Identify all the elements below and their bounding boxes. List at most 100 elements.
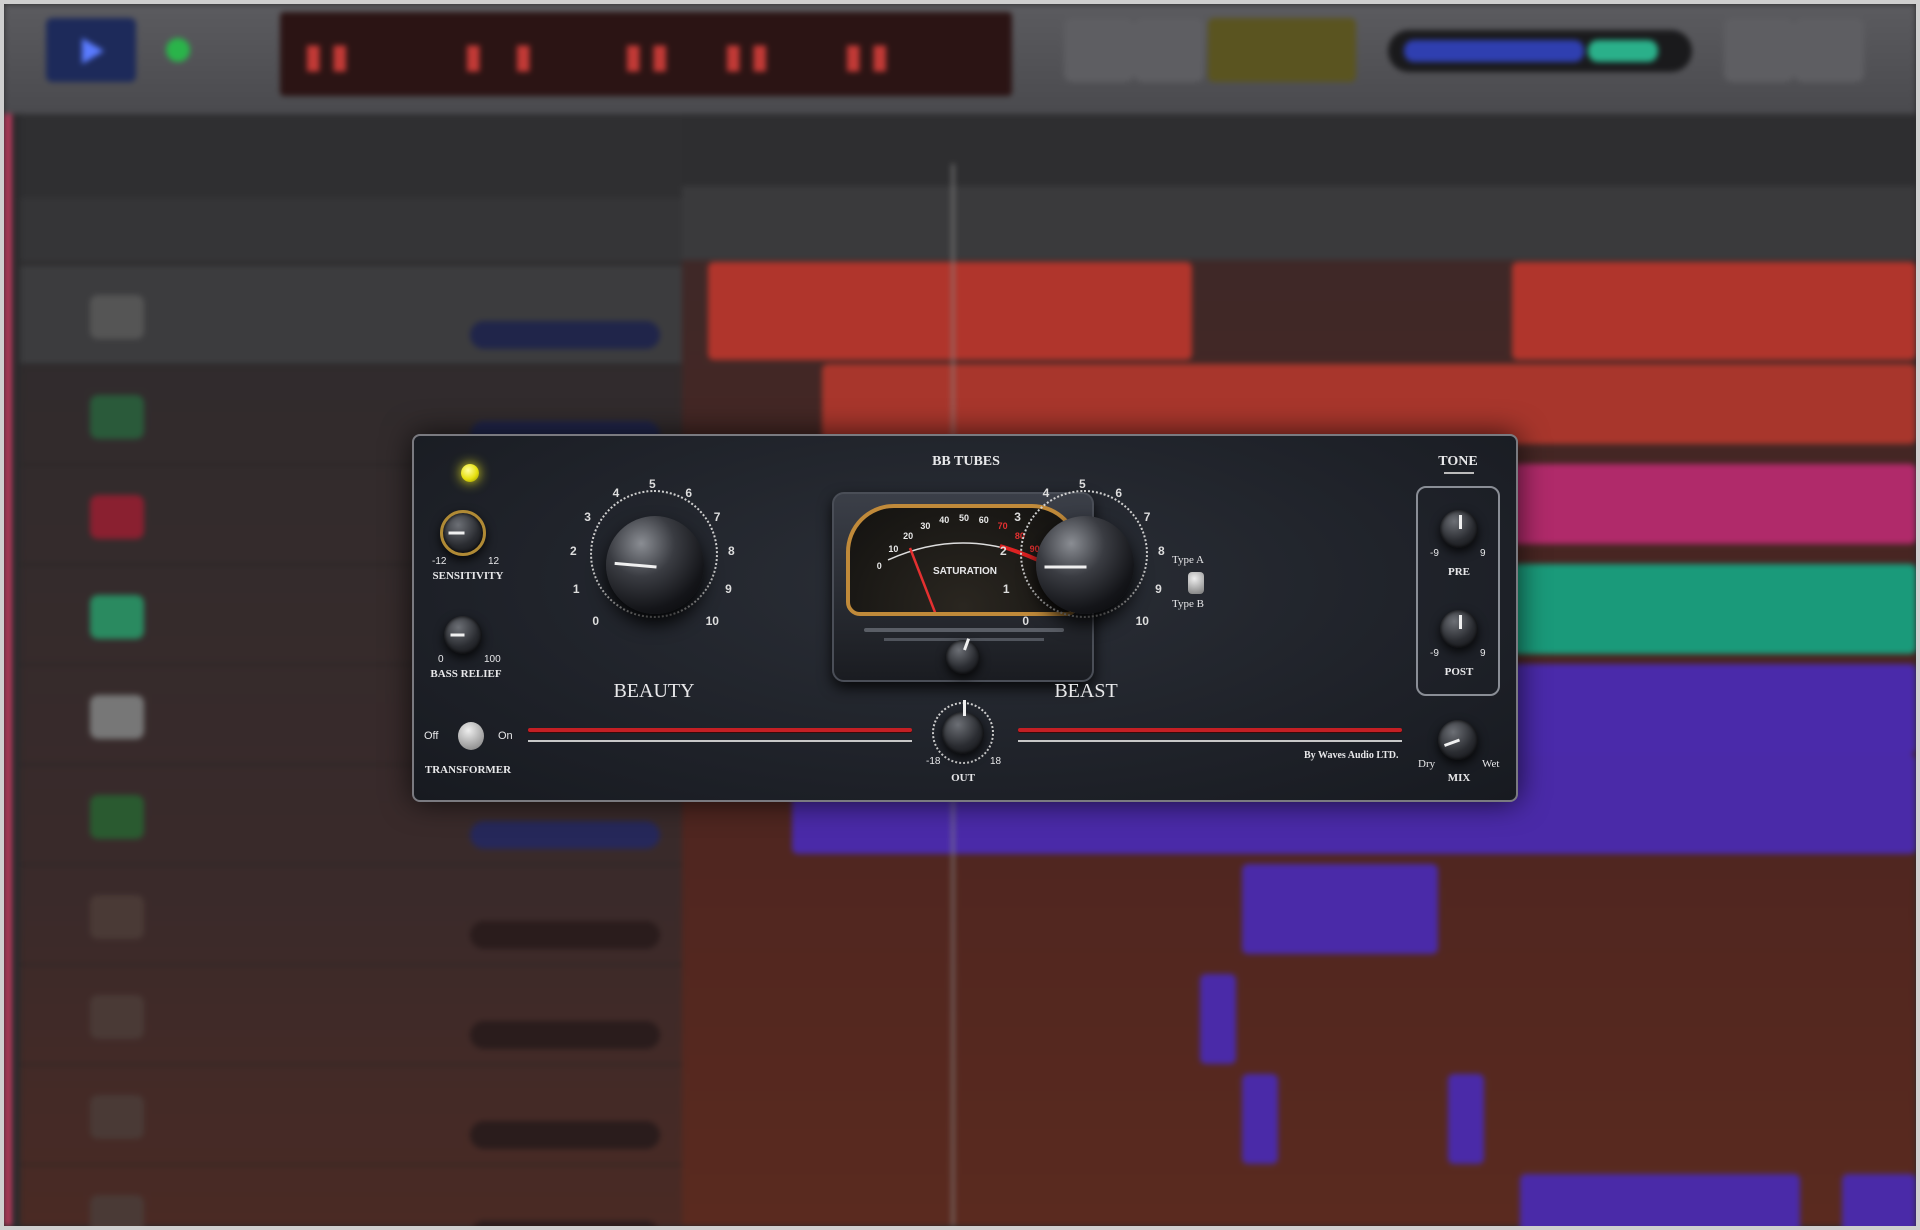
plugin-title: BB TUBES	[932, 454, 1000, 469]
region[interactable]	[708, 262, 1192, 360]
accent-line	[528, 728, 912, 732]
beauty-scale-number: 1	[572, 581, 580, 596]
power-led-icon	[461, 464, 479, 482]
bass-relief-min: 0	[438, 654, 444, 665]
region[interactable]	[822, 364, 1916, 444]
beauty-scale-number: 0	[592, 613, 600, 628]
pre-min: -9	[1430, 548, 1439, 559]
region[interactable]	[1842, 1174, 1916, 1226]
beast-scale-number: 6	[1115, 485, 1122, 500]
play-button[interactable]	[46, 18, 136, 82]
meter-scale-number: 10	[888, 544, 899, 555]
transformer-switch[interactable]	[458, 722, 484, 750]
meter-scale-number: 20	[903, 531, 914, 542]
track-row[interactable]	[20, 964, 682, 1064]
post-knob[interactable]	[1440, 610, 1478, 648]
transformer-off-label: Off	[424, 730, 439, 742]
toolbar-button[interactable]	[1064, 18, 1134, 82]
sensitivity-label: SENSITIVITY	[432, 570, 504, 582]
beast-scale-number: 1	[1002, 581, 1010, 596]
region[interactable]	[1448, 1074, 1484, 1164]
bb-tubes-plugin: BB TUBES TONE -12 12 SENSITIVITY 0 100 B…	[412, 434, 1518, 802]
meter-scale-number: 60	[978, 515, 989, 526]
region[interactable]	[1512, 464, 1916, 544]
out-label: OUT	[951, 772, 975, 784]
record-indicator[interactable]	[166, 38, 190, 62]
region[interactable]	[1520, 1174, 1800, 1226]
sensitivity-min: -12	[432, 556, 447, 567]
accent-line	[1018, 740, 1402, 742]
beast-scale-number: 3	[1014, 509, 1021, 524]
mix-knob[interactable]	[1438, 720, 1478, 760]
region[interactable]	[1200, 974, 1236, 1064]
post-max: 9	[1480, 648, 1486, 659]
beast-knob[interactable]	[1036, 516, 1134, 614]
region[interactable]	[1512, 564, 1916, 654]
daw-toolbar: ▮▮ ▮ ▮ ▮▮ ▮▮ ▮▮	[4, 4, 1916, 114]
beast-scale-number: 0	[1022, 613, 1030, 628]
region[interactable]	[1512, 262, 1916, 360]
beast-scale-number: 5	[1079, 477, 1086, 491]
meter-grille	[864, 628, 1064, 632]
beast-scale-number: 10	[1135, 613, 1149, 628]
pre-max: 9	[1480, 548, 1486, 559]
meter-scale-number: 70	[997, 521, 1008, 532]
bass-relief-max: 100	[484, 654, 501, 665]
out-knob[interactable]	[942, 700, 984, 754]
beauty-scale-number: 7	[713, 509, 721, 524]
transformer-label: TRANSFORMER	[424, 764, 512, 776]
track-row[interactable]	[20, 264, 682, 364]
meter-calibration-knob[interactable]	[946, 638, 980, 674]
beauty-scale-number: 5	[649, 477, 656, 491]
beauty-scale-number: 3	[584, 509, 591, 524]
post-min: -9	[1430, 648, 1439, 659]
credit-text: By Waves Audio LTD.	[1304, 750, 1399, 761]
bass-relief-knob[interactable]	[444, 616, 482, 654]
beauty-scale-number: 8	[728, 544, 735, 559]
mix-min: Dry	[1418, 758, 1436, 770]
bass-relief-label: BASS RELIEF	[430, 668, 502, 680]
toolbar-button[interactable]	[1134, 18, 1204, 82]
timeline-ruler[interactable]	[682, 114, 1916, 186]
sensitivity-knob[interactable]	[440, 510, 486, 556]
meter-scale-number: 40	[939, 515, 950, 526]
type-toggle-switch[interactable]	[1188, 572, 1204, 594]
marker-row	[682, 186, 1916, 260]
beast-scale-number: 7	[1143, 509, 1151, 524]
transformer-on-label: On	[498, 730, 513, 742]
type-b-label: Type B	[1172, 598, 1204, 610]
pre-label: PRE	[1448, 566, 1470, 578]
region[interactable]	[1242, 864, 1438, 954]
out-max: 18	[990, 756, 1002, 767]
region[interactable]	[1512, 664, 1916, 754]
beast-scale-number: 9	[1155, 581, 1162, 596]
beauty-knob[interactable]	[606, 516, 704, 614]
track-row[interactable]	[20, 1164, 682, 1226]
beauty-scale-number: 10	[705, 613, 719, 628]
pre-knob[interactable]	[1440, 510, 1478, 548]
transport-lcd: ▮▮ ▮ ▮ ▮▮ ▮▮ ▮▮	[280, 12, 1012, 96]
beast-scale-number: 2	[999, 544, 1007, 559]
track-header-bar	[20, 114, 682, 198]
tone-label: TONE	[1438, 454, 1478, 469]
screenshot-frame: ▮▮ ▮ ▮ ▮▮ ▮▮ ▮▮ BB TUBES TONE -12 12 SEN…	[4, 4, 1916, 1226]
region[interactable]	[1242, 1074, 1278, 1164]
beast-scale-number: 4	[1042, 485, 1050, 500]
mix-label: MIX	[1447, 772, 1471, 784]
track-row[interactable]	[20, 1064, 682, 1164]
accent-line	[528, 740, 912, 742]
toolbar-lcd	[1208, 18, 1356, 82]
toolbar-button[interactable]	[1724, 18, 1794, 82]
beauty-scale-number: 9	[725, 581, 732, 596]
beauty-label: BEAUTY	[613, 680, 695, 702]
master-volume-slider[interactable]	[1388, 30, 1692, 72]
accent-line	[1018, 728, 1402, 732]
toolbar-button[interactable]	[1794, 18, 1864, 82]
out-min: -18	[926, 756, 941, 767]
arrangement-row	[20, 198, 682, 262]
type-a-label: Type A	[1172, 554, 1204, 566]
meter-scale-number: 30	[920, 521, 931, 532]
beauty-scale-number: 4	[612, 485, 620, 500]
track-row[interactable]	[20, 864, 682, 964]
window-edge	[4, 114, 12, 1226]
